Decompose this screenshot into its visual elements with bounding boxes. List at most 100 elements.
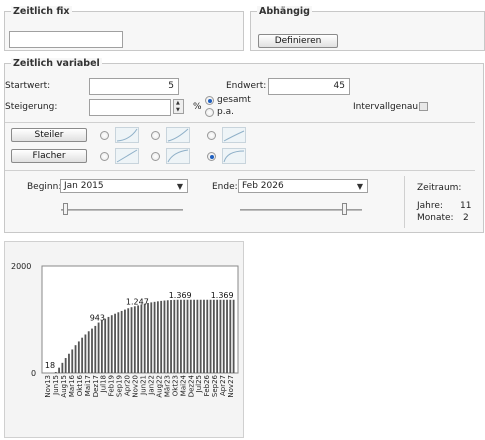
chart-bar	[100, 320, 103, 373]
dependent-group: Abhängig Definieren	[250, 6, 485, 51]
chart-bar	[133, 306, 136, 373]
chart-bar	[68, 353, 70, 373]
spin-up-icon[interactable]: ▲	[176, 100, 180, 106]
steeper-button[interactable]: Steiler	[11, 128, 87, 142]
chart-bar	[97, 322, 100, 373]
x-tick-label: Jun21	[140, 375, 148, 396]
chart-bar	[84, 334, 87, 373]
y-tick-label: 0	[31, 369, 36, 378]
begin-label: Beginn:	[27, 182, 62, 192]
begin-slider-track[interactable]	[61, 209, 183, 211]
x-tick-label: Jul25	[195, 375, 203, 393]
fixed-group-title: Zeitlich fix	[11, 6, 72, 17]
chevron-down-icon[interactable]: ▼	[357, 182, 363, 192]
chart-bar	[196, 299, 199, 373]
curve-radio-2[interactable]	[151, 131, 160, 140]
curve-saturating-icon	[222, 148, 246, 164]
curve-radio-4[interactable]	[100, 152, 109, 161]
x-tick-label: Mai17	[84, 375, 92, 396]
variable-group-title: Zeitlich variabel	[11, 58, 102, 69]
chart-bar	[127, 308, 130, 373]
end-date-value: Feb 2026	[242, 181, 284, 191]
chevron-down-icon[interactable]: ▼	[177, 182, 183, 192]
chart-bar	[61, 362, 64, 373]
interval-label: Intervallgenau:	[353, 102, 422, 112]
data-label: 1.369	[211, 291, 234, 300]
chart-bar	[87, 331, 90, 373]
chart-bar	[180, 299, 182, 373]
spin-down-icon[interactable]: ▼	[176, 107, 180, 113]
curve-convex-icon	[166, 148, 190, 164]
x-tick-label: Aug15	[60, 375, 68, 398]
months-label: Monate:	[417, 213, 454, 223]
x-tick-label: Apr20	[124, 375, 132, 396]
x-tick-label: Nov20	[132, 375, 140, 398]
curve-radio-6[interactable]	[207, 152, 216, 161]
data-label: 943	[90, 314, 105, 323]
curve-concave-mid-icon	[166, 127, 190, 143]
chart-bar	[124, 309, 126, 373]
period-label: Zeitraum:	[417, 183, 462, 193]
chart-bar	[58, 367, 60, 373]
data-label: 1.369	[169, 291, 192, 300]
x-tick-label: Aug22	[155, 375, 163, 398]
chart-bar	[107, 316, 110, 373]
increase-input[interactable]	[89, 99, 171, 116]
begin-date-select[interactable]: Jan 2015 ▼	[60, 179, 188, 193]
radio-per-annum[interactable]	[205, 108, 214, 117]
fixed-value-input[interactable]	[9, 31, 123, 48]
curve-radio-3[interactable]	[207, 131, 216, 140]
chart-bar	[64, 358, 67, 373]
flatter-button[interactable]: Flacher	[11, 149, 87, 163]
chart-bar	[219, 299, 222, 373]
chart-bar	[186, 299, 189, 373]
chart-bar	[110, 315, 113, 373]
chart-bar	[163, 300, 166, 373]
chart-bar	[114, 313, 116, 373]
interval-checkbox[interactable]	[419, 102, 428, 111]
end-value-input[interactable]: 45	[268, 78, 350, 95]
x-tick-label: Nov27	[227, 375, 235, 398]
x-tick-label: Jun15	[52, 375, 60, 396]
chart-bar	[206, 299, 209, 373]
divider-vertical	[404, 176, 405, 228]
define-button[interactable]: Definieren	[258, 34, 338, 48]
y-tick-label: 2000	[11, 262, 31, 271]
curve-radio-5[interactable]	[151, 152, 160, 161]
chart-bar	[71, 349, 74, 373]
chart-bar	[94, 325, 97, 373]
start-value-label: Startwert:	[5, 81, 51, 91]
x-tick-label: Sep26	[211, 374, 219, 397]
x-tick-label: Jan22	[147, 375, 155, 396]
fixed-group: Zeitlich fix	[4, 6, 244, 51]
begin-slider-thumb[interactable]	[63, 203, 68, 215]
chart-bar	[203, 299, 205, 373]
curve-linear-icon	[115, 148, 139, 164]
chart-bar	[117, 312, 120, 373]
radio-total-label: gesamt	[217, 95, 251, 105]
chart-bar	[189, 299, 192, 373]
chart-bar	[176, 299, 179, 373]
chart-bar	[166, 300, 169, 373]
dependent-group-title: Abhängig	[257, 6, 312, 17]
increase-label: Steigerung:	[5, 102, 58, 112]
chart-bar	[81, 337, 84, 373]
x-tick-label: Jul18	[100, 375, 108, 393]
divider-mid	[5, 170, 475, 171]
chart-bar	[150, 302, 153, 373]
curve-radio-1[interactable]	[100, 131, 109, 140]
percent-label: %	[193, 102, 202, 112]
increase-spinner[interactable]: ▲ ▼	[173, 99, 184, 114]
end-value-label: Endwert:	[226, 81, 267, 91]
x-tick-label: Nov13	[44, 375, 52, 398]
chart-bar	[229, 299, 232, 373]
end-slider-thumb[interactable]	[342, 203, 347, 215]
radio-total[interactable]	[205, 96, 214, 105]
radio-per-annum-label: p.a.	[217, 107, 234, 117]
start-value-input[interactable]: 5	[89, 78, 179, 95]
data-label: 18	[45, 361, 55, 370]
chart-bar	[143, 303, 146, 373]
x-tick-label: Dez17	[92, 375, 100, 397]
end-date-select[interactable]: Feb 2026 ▼	[238, 179, 368, 193]
chart-panel: 2000 0 18 943 1.247 1.369 1.369 Nov13 Jun15 Aug15…	[4, 241, 244, 438]
